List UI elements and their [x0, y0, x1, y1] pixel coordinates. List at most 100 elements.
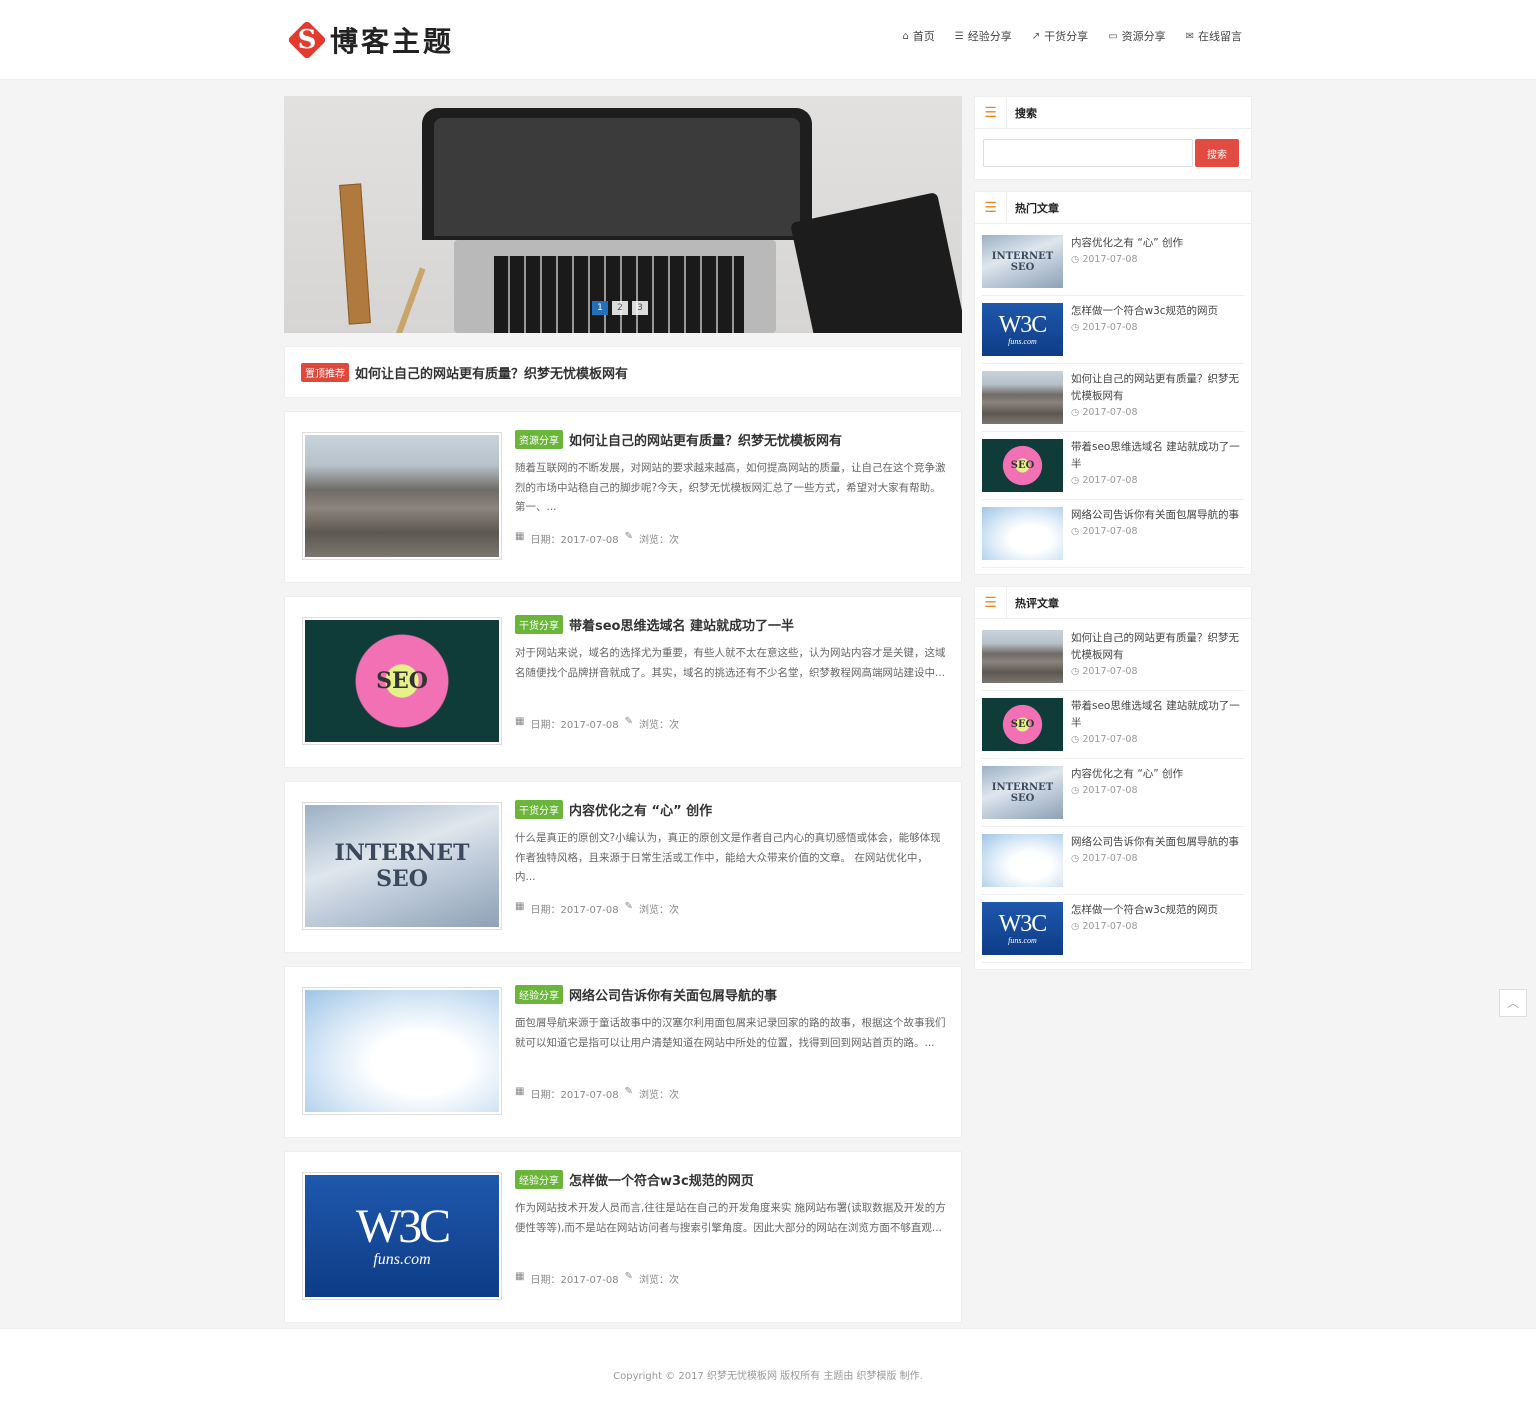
post-excerpt: 什么是真正的原创文?小编认为，真正的原创文是作者自己内心的真切感悟或体会，能够体…	[515, 832, 941, 883]
list-item-title[interactable]: 如何让自己的网站更有质量？织梦无忧模板网有	[1071, 630, 1244, 664]
list-icon: ☰	[975, 586, 1007, 619]
clock-icon: ◷	[1071, 407, 1083, 418]
post-thumbnail[interactable]: SEO	[302, 617, 502, 745]
slider-image-pencil	[392, 267, 426, 333]
list-item-date: ◷ 2017-07-08	[1071, 734, 1138, 745]
list-item-title[interactable]: 怎样做一个符合w3c规范的网页	[1071, 303, 1244, 320]
clock-icon: ◷	[1071, 853, 1083, 864]
list-item-title[interactable]: 怎样做一个符合w3c规范的网页	[1071, 902, 1244, 919]
list-item[interactable]: 网络公司告诉你有关面包屑导航的事 ◷ 2017-07-08	[982, 827, 1244, 895]
list-item[interactable]: 如何让自己的网站更有质量？织梦无忧模板网有 ◷ 2017-07-08	[982, 364, 1244, 432]
list-item-thumbnail[interactable]: SEO	[982, 439, 1063, 492]
nav-item-home[interactable]: ⌂ 首页	[902, 28, 934, 44]
list-item[interactable]: W3C funs.com 怎样做一个符合w3c规范的网页 ◷ 2017-07-08	[982, 895, 1244, 963]
list-item[interactable]: 如何让自己的网站更有质量？织梦无忧模板网有 ◷ 2017-07-08	[982, 623, 1244, 691]
site-logo[interactable]: S 博客主题	[287, 20, 455, 60]
back-to-top-button[interactable]: ︿	[1499, 989, 1527, 1017]
pin-icon: ✎	[624, 716, 633, 727]
list-item-thumbnail[interactable]	[982, 834, 1063, 887]
clock-icon: ◷	[1071, 475, 1083, 486]
post-category-badge[interactable]: 经验分享	[515, 985, 563, 1004]
hero-slider[interactable]: 1 2 3	[284, 96, 962, 333]
list-item-thumbnail[interactable]: SEO	[982, 698, 1063, 751]
list-item-thumbnail[interactable]: INTERNET SEO	[982, 766, 1063, 819]
list-item[interactable]: W3C funs.com 怎样做一个符合w3c规范的网页 ◷ 2017-07-08	[982, 296, 1244, 364]
slider-image-screen	[434, 118, 800, 236]
clock-icon: ◷	[1071, 254, 1083, 265]
list-item-thumbnail[interactable]	[982, 507, 1063, 560]
post-views: 浏览：次	[638, 720, 679, 731]
post-title[interactable]: 怎样做一个符合w3c规范的网页	[569, 1170, 754, 1189]
list-item-thumbnail[interactable]: INTERNET SEO	[982, 235, 1063, 288]
calendar-icon: ▦	[515, 716, 525, 727]
post-category-badge[interactable]: 经验分享	[515, 1170, 563, 1189]
post-thumbnail[interactable]: INTERNET SEO	[302, 802, 502, 930]
post-category-badge[interactable]: 干货分享	[515, 615, 563, 634]
widget-title: 搜索	[1015, 106, 1037, 120]
pin-icon: ✎	[624, 1271, 633, 1282]
post-category-badge[interactable]: 干货分享	[515, 800, 563, 819]
post-category-badge[interactable]: 资源分享	[515, 430, 563, 449]
site-footer: Copyright © 2017 织梦无忧模板网 版权所有 主题由 织梦模版 制…	[0, 1328, 1536, 1415]
sticky-post-title[interactable]: 如何让自己的网站更有质量？织梦无忧模板网有	[355, 363, 628, 382]
list-icon: ☰	[975, 191, 1007, 224]
list-item-date: ◷ 2017-07-08	[1071, 526, 1138, 537]
post-title[interactable]: 网络公司告诉你有关面包屑导航的事	[569, 985, 777, 1004]
sidebar: ☰ 搜索 搜索 ☰ 热门文章 INTERNET SEO 内容优化之有 “心” 创作 ◷ 2…	[974, 96, 1252, 981]
list-item-thumbnail[interactable]	[982, 371, 1063, 424]
logo-text: 博客主题	[330, 25, 455, 58]
slider-dot-2[interactable]: 2	[612, 301, 628, 315]
list-item-thumbnail[interactable]: W3C funs.com	[982, 902, 1063, 955]
post-title[interactable]: 如何让自己的网站更有质量？织梦无忧模板网有	[569, 430, 842, 449]
clock-icon: ◷	[1071, 322, 1083, 333]
thumb-text-seo: SEO	[1010, 792, 1035, 804]
post-date: 日期：2017-07-08	[530, 1090, 619, 1101]
post-item: W3C funs.com 经验分享 怎样做一个符合w3c规范的网页 作为网站技术开发…	[284, 1151, 962, 1323]
nav-item-goods[interactable]: ↗ 干货分享	[1032, 28, 1088, 44]
list-item[interactable]: SEO 带着seo思维选域名 建站就成功了一半 ◷ 2017-07-08	[982, 432, 1244, 500]
list-item-title[interactable]: 网络公司告诉你有关面包屑导航的事	[1071, 507, 1244, 524]
search-input[interactable]	[983, 139, 1193, 167]
main-nav: ⌂ 首页 ☰ 经验分享 ↗ 干货分享 ▭ 资源分享 ✉ 在线留言	[902, 28, 1242, 44]
sticky-badge: 置顶推荐	[301, 362, 349, 382]
post-views: 浏览：次	[638, 905, 679, 916]
slider-dot-1[interactable]: 1	[592, 301, 608, 315]
list-icon: ☰	[975, 96, 1007, 129]
widget-title: 热门文章	[1015, 201, 1059, 215]
search-button[interactable]: 搜索	[1195, 139, 1239, 167]
list-item-title[interactable]: 内容优化之有 “心” 创作	[1071, 766, 1244, 783]
pin-icon: ✎	[624, 531, 633, 542]
list-item-thumbnail[interactable]	[982, 630, 1063, 683]
list-item[interactable]: INTERNET SEO 内容优化之有 “心” 创作 ◷ 2017-07-08	[982, 228, 1244, 296]
post-meta: ▦ 日期：2017-07-08 ✎ 浏览：次	[515, 1086, 679, 1101]
list-item[interactable]: SEO 带着seo思维选域名 建站就成功了一半 ◷ 2017-07-08	[982, 691, 1244, 759]
nav-item-guestbook[interactable]: ✉ 在线留言	[1186, 28, 1242, 44]
thumb-text-w3c-sub: funs.com	[373, 1251, 431, 1268]
post-item: 经验分享 网络公司告诉你有关面包屑导航的事 面包屑导航来源于童话故事中的汉塞尔利用…	[284, 966, 962, 1138]
post-date: 日期：2017-07-08	[530, 720, 619, 731]
clock-icon: ◷	[1071, 666, 1083, 677]
post-thumbnail[interactable]: W3C funs.com	[302, 1172, 502, 1300]
list-item-title[interactable]: 网络公司告诉你有关面包屑导航的事	[1071, 834, 1244, 851]
main-content: 1 2 3 置顶推荐 如何让自己的网站更有质量？织梦无忧模板网有 资源分享 如何让…	[284, 96, 962, 1323]
slider-pagination: 1 2 3	[592, 301, 648, 315]
thumb-text-w3c: W3C	[998, 312, 1048, 338]
hot-comments-widget: ☰ 热评文章 如何让自己的网站更有质量？织梦无忧模板网有 ◷ 2017-07-08 …	[974, 586, 1252, 970]
thumb-text-seo: SEO	[1010, 719, 1035, 730]
post-title[interactable]: 带着seo思维选域名 建站就成功了一半	[569, 615, 794, 634]
list-item-title[interactable]: 带着seo思维选域名 建站就成功了一半	[1071, 698, 1244, 732]
list-item-title[interactable]: 内容优化之有 “心” 创作	[1071, 235, 1244, 252]
list-item-title[interactable]: 如何让自己的网站更有质量？织梦无忧模板网有	[1071, 371, 1244, 405]
nav-item-resources[interactable]: ▭ 资源分享	[1108, 28, 1165, 44]
nav-item-experience[interactable]: ☰ 经验分享	[955, 28, 1012, 44]
list-item-thumbnail[interactable]: W3C funs.com	[982, 303, 1063, 356]
home-icon: ⌂	[902, 30, 909, 42]
list-item-title[interactable]: 带着seo思维选域名 建站就成功了一半	[1071, 439, 1244, 473]
post-thumbnail[interactable]	[302, 432, 502, 560]
slider-dot-3[interactable]: 3	[632, 301, 648, 315]
list-item[interactable]: INTERNET SEO 内容优化之有 “心” 创作 ◷ 2017-07-08	[982, 759, 1244, 827]
post-title[interactable]: 内容优化之有 “心” 创作	[569, 800, 712, 819]
calendar-icon: ▦	[515, 531, 525, 542]
post-thumbnail[interactable]	[302, 987, 502, 1115]
list-item[interactable]: 网络公司告诉你有关面包屑导航的事 ◷ 2017-07-08	[982, 500, 1244, 568]
